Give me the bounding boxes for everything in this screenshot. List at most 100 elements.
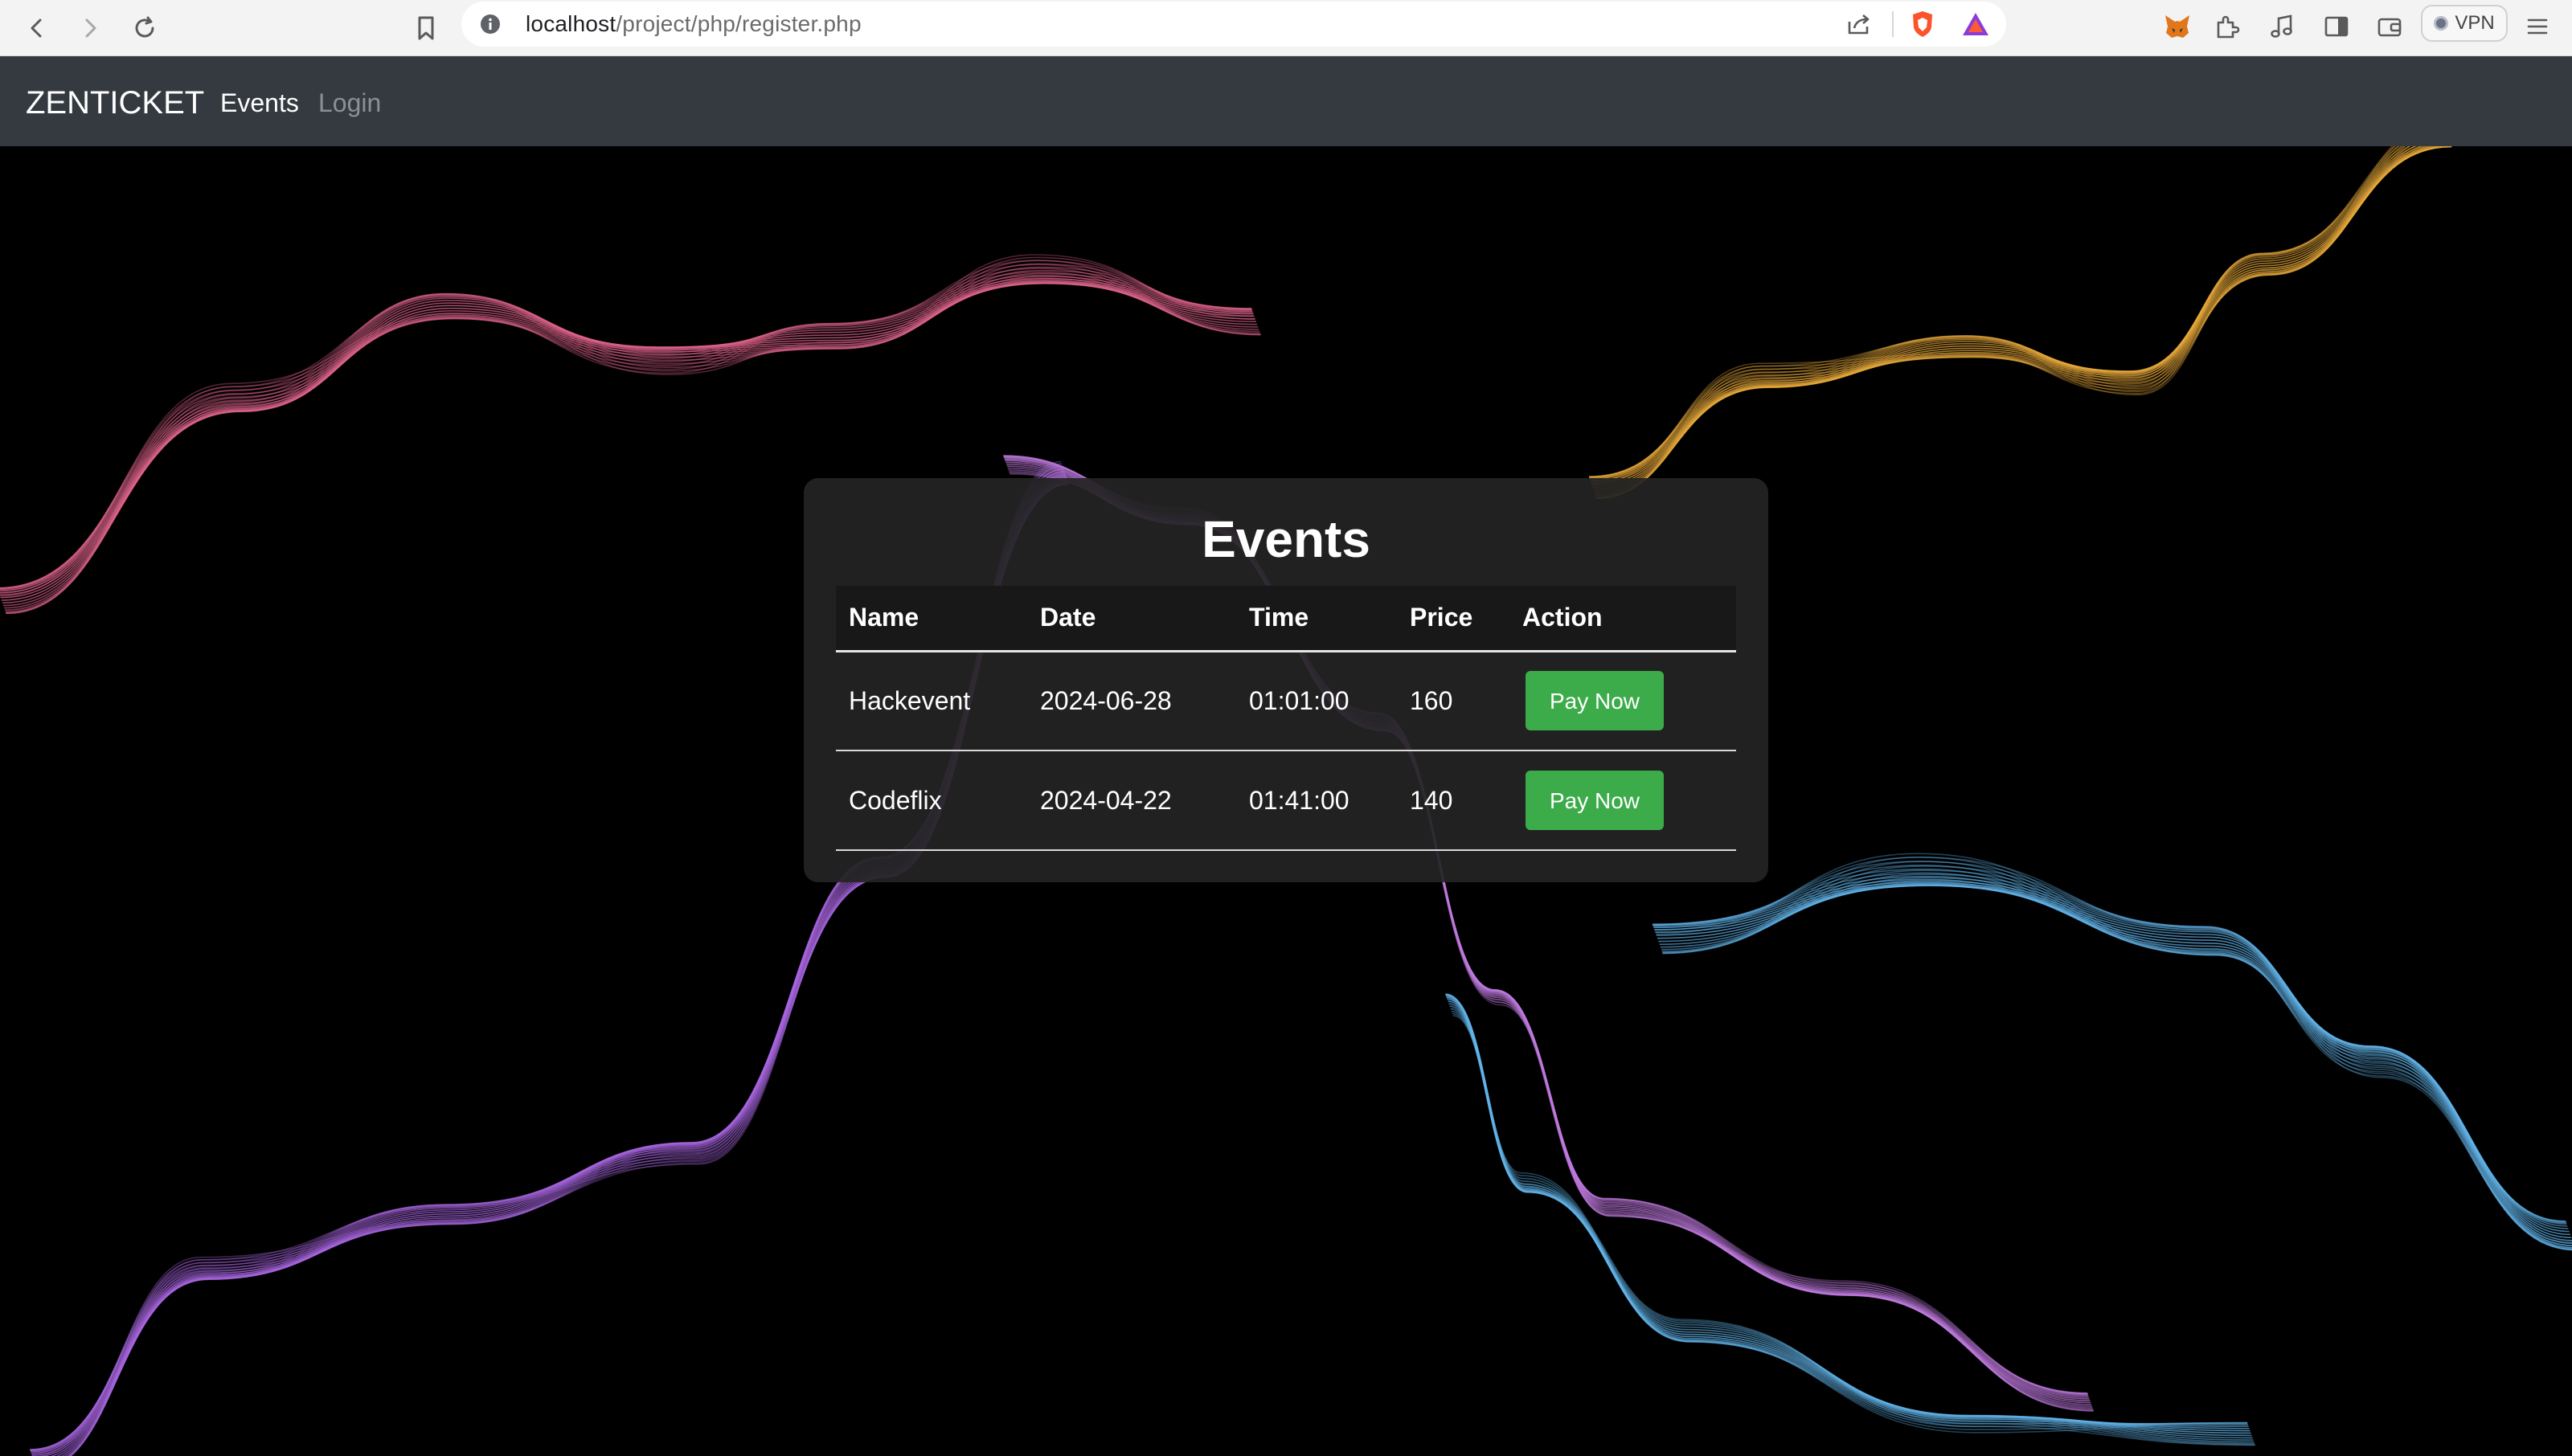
wave-strand xyxy=(1452,1012,2255,1446)
event-price: 160 xyxy=(1397,651,1509,751)
metamask-icon[interactable] xyxy=(2159,8,2196,45)
wave-strand xyxy=(1595,146,2411,497)
vpn-status-icon xyxy=(2434,16,2449,31)
wave-strand xyxy=(1588,146,2425,477)
column-header-name: Name xyxy=(836,586,1027,652)
events-table: Name Date Time Price Action Hackevent 20… xyxy=(836,586,1736,851)
wave-strand xyxy=(1592,146,2438,489)
wave-strand xyxy=(1596,146,2396,500)
wave-strand xyxy=(1588,146,2418,478)
wave-strand xyxy=(1595,146,2407,498)
pay-now-button[interactable]: Pay Now xyxy=(1526,771,1664,830)
event-date: 2024-04-22 xyxy=(1027,750,1236,851)
gold-wave xyxy=(1588,146,2452,500)
event-time: 01:41:00 xyxy=(1236,750,1397,851)
wallet-icon[interactable] xyxy=(2371,8,2408,45)
wave-strand xyxy=(1652,872,2567,1225)
table-header-row: Name Date Time Price Action xyxy=(836,586,1736,652)
event-price: 140 xyxy=(1397,750,1509,851)
brave-shield-icon[interactable] xyxy=(1908,10,1937,39)
back-icon[interactable] xyxy=(16,7,58,49)
wave-strand xyxy=(1589,146,2406,481)
wave-strand xyxy=(1446,997,2248,1434)
wave-strand xyxy=(1594,146,2423,493)
wave-strand xyxy=(1659,882,2572,1249)
blue-wave-2 xyxy=(1445,993,2255,1446)
wave-strand xyxy=(1596,146,2402,499)
column-header-action: Action xyxy=(1509,586,1736,652)
wave-strand xyxy=(1448,1003,2253,1439)
event-name: Codeflix xyxy=(836,750,1027,851)
event-date: 2024-06-28 xyxy=(1027,651,1236,751)
media-icon[interactable] xyxy=(2263,8,2300,45)
event-action-cell: Pay Now xyxy=(1509,750,1736,851)
blue-wave xyxy=(1652,853,2572,1251)
url-path: /project/php/register.php xyxy=(616,11,862,36)
wave-strand xyxy=(1591,146,2451,486)
table-row: Codeflix 2024-04-22 01:41:00 140 Pay Now xyxy=(836,750,1736,851)
bookmark-icon[interactable] xyxy=(405,7,447,49)
address-divider xyxy=(1892,11,1894,37)
wave-strand xyxy=(1662,861,2572,1246)
wave-strand xyxy=(1449,1005,2254,1441)
event-time: 01:01:00 xyxy=(1236,651,1397,751)
wave-strand xyxy=(1658,884,2572,1246)
wave-strand xyxy=(1655,884,2572,1238)
wave-strand xyxy=(1596,146,2394,499)
wave-strand xyxy=(1589,146,2452,480)
wave-strand xyxy=(1450,1008,2255,1443)
column-header-time: Time xyxy=(1236,586,1397,652)
wave-strand xyxy=(1593,146,2430,490)
site-navbar: ZENTICKET Events Login xyxy=(0,56,2572,146)
browser-toolbar: localhost/project/php/register.php VPN xyxy=(0,0,2572,56)
table-row: Hackevent 2024-06-28 01:01:00 160 Pay No… xyxy=(836,651,1736,751)
wave-strand xyxy=(1596,146,2399,500)
wave-strand xyxy=(1657,885,2572,1244)
wave-strand xyxy=(1451,1010,2255,1445)
wave-strand xyxy=(1589,146,2411,479)
pay-now-button[interactable]: Pay Now xyxy=(1526,671,1664,731)
wave-strand xyxy=(1595,146,2417,495)
wave-strand xyxy=(1452,1015,2255,1446)
events-card: Events Name Date Time Price Action Hacke… xyxy=(804,478,1768,882)
brand-logo[interactable]: ZENTICKET xyxy=(26,56,204,146)
wave-strand xyxy=(1447,998,2251,1434)
wave-strand xyxy=(1590,146,2452,482)
wave-strand xyxy=(1445,995,2250,1429)
nav-link-login[interactable]: Login xyxy=(318,56,381,146)
wave-strand xyxy=(1446,995,2247,1430)
events-title: Events xyxy=(1202,510,1370,568)
forward-icon[interactable] xyxy=(69,7,111,49)
menu-icon[interactable] xyxy=(2519,8,2556,45)
event-name: Hackevent xyxy=(836,651,1027,751)
wave-strand xyxy=(1662,865,2572,1249)
extensions-icon[interactable] xyxy=(2209,8,2246,45)
wave-strand xyxy=(1656,885,2572,1241)
wave-strand xyxy=(1448,1000,2252,1437)
wave-strand xyxy=(1591,146,2452,484)
wave-strand xyxy=(1589,146,2451,479)
url-text[interactable]: localhost/project/php/register.php xyxy=(526,2,862,47)
column-header-price: Price xyxy=(1397,586,1509,652)
wave-strand xyxy=(1445,993,2249,1428)
info-icon[interactable] xyxy=(479,13,502,35)
wave-strand xyxy=(1445,993,2248,1425)
wave-strand xyxy=(1589,146,2435,478)
nav-link-events[interactable]: Events xyxy=(220,56,299,146)
wave-strand xyxy=(1591,146,2396,485)
vpn-button[interactable]: VPN xyxy=(2421,5,2508,42)
sidebar-icon[interactable] xyxy=(2318,8,2355,45)
vpn-label: VPN xyxy=(2455,12,2495,34)
wave-strand xyxy=(1445,993,2248,1425)
wave-strand xyxy=(1590,146,2400,482)
event-action-cell: Pay Now xyxy=(1509,651,1736,751)
share-icon[interactable] xyxy=(1844,10,1873,39)
brave-rewards-icon[interactable] xyxy=(1961,10,1990,39)
reload-icon[interactable] xyxy=(124,7,166,49)
wave-strand xyxy=(1654,883,2571,1236)
url-host: localhost xyxy=(526,11,616,36)
address-bar[interactable]: localhost/project/php/register.php xyxy=(461,2,2006,47)
column-header-date: Date xyxy=(1027,586,1236,652)
wave-strand xyxy=(1446,996,2250,1432)
wave-strand xyxy=(1445,994,2248,1428)
